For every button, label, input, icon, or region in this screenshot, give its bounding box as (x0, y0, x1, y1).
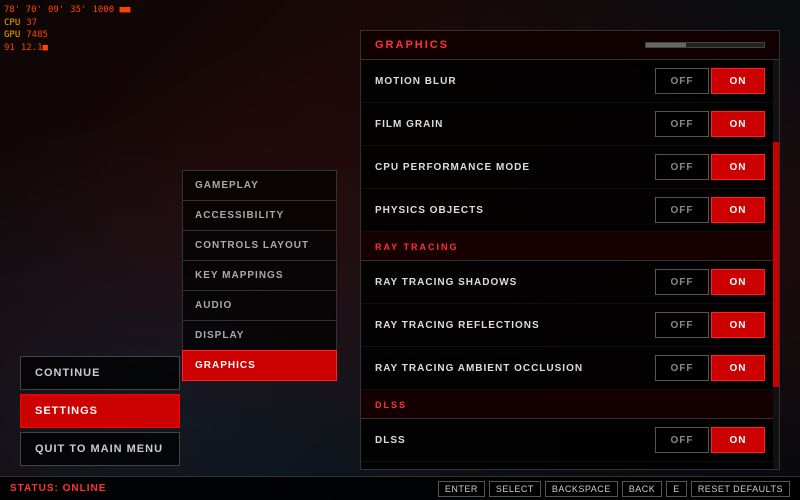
backspace-button[interactable]: BACKSPACE (545, 481, 618, 497)
hud-mem: 91 (4, 42, 15, 55)
dlss-label: DLSS (375, 435, 406, 446)
ray-tracing-title: RAY TRACING (375, 242, 459, 252)
hud-extra3: 1000 ■■ (92, 4, 130, 17)
rt-ao-off-btn[interactable]: OFF (655, 355, 709, 381)
rt-reflections-toggle: OFF ON (655, 312, 765, 338)
rt-ao-row: RAY TRACING AMBIENT OCCLUSION OFF ON (361, 347, 779, 390)
film-grain-row: FILM GRAIN OFF ON (361, 103, 779, 146)
main-menu: CONTINUE SETTINGS QUIT TO MAIN MENU (20, 60, 180, 470)
sidebar-item-key-mappings[interactable]: KEY MAPPINGS (182, 260, 337, 290)
dlss-section-header: DLSS (361, 390, 779, 419)
physics-on-btn[interactable]: ON (711, 197, 765, 223)
hud-gpu-label: GPU (4, 29, 20, 42)
physics-row: PHYSICS OBJECTS OFF ON (361, 189, 779, 232)
bottom-buttons: ENTER SELECT BACKSPACE BACK E RESET DEFA… (438, 481, 790, 497)
motion-blur-label: MOTION BLUR (375, 76, 457, 87)
status-bar: STATUS: ONLINE ENTER SELECT BACKSPACE BA… (0, 476, 800, 500)
motion-blur-toggle: OFF ON (655, 68, 765, 94)
panel-title: GRAPHICS (375, 39, 449, 51)
cpu-perf-label: CPU PERFORMANCE MODE (375, 162, 530, 173)
hud-cpu-label: CPU (4, 17, 20, 30)
hud-cpu-val: 37 (26, 17, 37, 30)
hud-fps: 78' 70' (4, 4, 42, 17)
sidebar-item-graphics[interactable]: GRAPHICS (182, 350, 337, 381)
cpu-perf-on-btn[interactable]: ON (711, 154, 765, 180)
motion-blur-row: MOTION BLUR OFF ON (361, 60, 779, 103)
dlss-off-btn[interactable]: OFF (655, 427, 709, 453)
enter-button[interactable]: ENTER (438, 481, 485, 497)
cpu-perf-off-btn[interactable]: OFF (655, 154, 709, 180)
rt-shadows-on-btn[interactable]: ON (711, 269, 765, 295)
settings-panel: GRAPHICS MOTION BLUR OFF ON FILM GRAIN O… (360, 30, 780, 470)
scrollbar-thumb (773, 142, 779, 387)
sidebar-item-audio[interactable]: AUDIO (182, 290, 337, 320)
hud-gpu-val: 7485 (26, 29, 48, 42)
film-grain-on-btn[interactable]: ON (711, 111, 765, 137)
sidebar-item-controls-layout[interactable]: CONTROLS LAYOUT (182, 230, 337, 260)
back-button[interactable]: BACK (622, 481, 663, 497)
motion-blur-on-btn[interactable]: ON (711, 68, 765, 94)
rt-ao-toggle: OFF ON (655, 355, 765, 381)
settings-button[interactable]: SETTINGS (20, 394, 180, 428)
hud-mem-sub: 12.1■ (21, 42, 48, 55)
scrollbar-track (773, 60, 779, 469)
dlss-toggle-row: DLSS OFF ON (361, 419, 779, 462)
dlss-on-btn[interactable]: ON (711, 427, 765, 453)
motion-blur-off-btn[interactable]: OFF (655, 68, 709, 94)
rt-ao-on-btn[interactable]: ON (711, 355, 765, 381)
e-button[interactable]: E (666, 481, 687, 497)
sidebar-item-gameplay[interactable]: GAMEPLAY (182, 170, 337, 200)
physics-toggle: OFF ON (655, 197, 765, 223)
hud-display: 78' 70' 09' 35' 1000 ■■ CPU 37 GPU 7485 … (4, 4, 130, 54)
rt-shadows-off-btn[interactable]: OFF (655, 269, 709, 295)
rt-shadows-row: RAY TRACING SHADOWS OFF ON (361, 261, 779, 304)
continue-button[interactable]: CONTINUE (20, 356, 180, 390)
physics-off-btn[interactable]: OFF (655, 197, 709, 223)
rt-reflections-label: RAY TRACING REFLECTIONS (375, 320, 540, 331)
hud-extra1: 09' (48, 4, 64, 17)
hud-extra2: 35' (70, 4, 86, 17)
panel-header: GRAPHICS (361, 31, 779, 60)
film-grain-off-btn[interactable]: OFF (655, 111, 709, 137)
physics-label: PHYSICS OBJECTS (375, 205, 484, 216)
panel-content[interactable]: MOTION BLUR OFF ON FILM GRAIN OFF ON CPU… (361, 60, 779, 469)
dlss-toggle: OFF ON (655, 427, 765, 453)
film-grain-toggle: OFF ON (655, 111, 765, 137)
cpu-perf-row: CPU PERFORMANCE MODE OFF ON (361, 146, 779, 189)
cpu-perf-toggle: OFF ON (655, 154, 765, 180)
rt-reflections-row: RAY TRACING REFLECTIONS OFF ON (361, 304, 779, 347)
rt-reflections-on-btn[interactable]: ON (711, 312, 765, 338)
reset-defaults-button[interactable]: RESET DEFAULTS (691, 481, 790, 497)
film-grain-label: FILM GRAIN (375, 119, 443, 130)
dlss-quality-row: DLSS QUALITY ◀ QUALITY ▶ (361, 462, 779, 469)
rt-shadows-toggle: OFF ON (655, 269, 765, 295)
status-text: STATUS: ONLINE (10, 483, 106, 494)
dlss-title: DLSS (375, 400, 407, 410)
scroll-indicator (645, 42, 765, 48)
rt-ao-label: RAY TRACING AMBIENT OCCLUSION (375, 363, 583, 374)
rt-reflections-off-btn[interactable]: OFF (655, 312, 709, 338)
rt-shadows-label: RAY TRACING SHADOWS (375, 277, 517, 288)
sidebar-item-accessibility[interactable]: ACCESSIBILITY (182, 200, 337, 230)
ray-tracing-section-header: RAY TRACING (361, 232, 779, 261)
sidebar-item-display[interactable]: DISPLAY (182, 320, 337, 350)
settings-sidebar: GAMEPLAY ACCESSIBILITY CONTROLS LAYOUT K… (182, 170, 337, 381)
scroll-thumb (646, 43, 686, 47)
select-button[interactable]: SELECT (489, 481, 541, 497)
quit-button[interactable]: QUIT TO MAIN MENU (20, 432, 180, 466)
